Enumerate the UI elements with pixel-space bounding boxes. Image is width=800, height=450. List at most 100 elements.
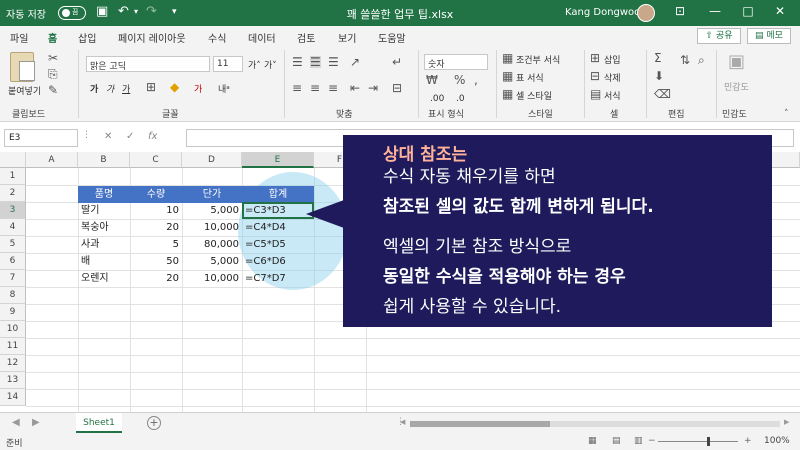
tab-insert[interactable]: 삽입 [78, 30, 96, 45]
table-header-cell[interactable]: 합계 [242, 186, 314, 203]
row-header[interactable]: 9 [0, 304, 26, 321]
collapse-ribbon-icon[interactable]: ˄ [784, 108, 789, 120]
phonetic-icon[interactable]: 내ᵃ [218, 82, 230, 95]
align-bottom-icon[interactable]: ☰ [328, 56, 339, 68]
column-header[interactable]: A [26, 152, 78, 168]
next-sheet-icon[interactable]: ▶ [32, 417, 40, 428]
normal-view-icon[interactable]: ▦ [588, 436, 597, 446]
table-cell[interactable]: 5,000 [182, 253, 242, 270]
avatar[interactable] [637, 4, 655, 22]
table-cell[interactable]: 배 [78, 253, 130, 270]
align-center-icon[interactable]: ≡ [310, 82, 320, 94]
shrink-font-icon[interactable]: 가˅ [264, 58, 277, 71]
decrease-indent-icon[interactable]: ⇤ [350, 82, 360, 94]
table-cell[interactable]: 50 [130, 253, 182, 270]
zoom-out-icon[interactable]: − [648, 436, 656, 446]
wrap-text-icon[interactable]: ↵ [392, 56, 402, 68]
zoom-in-icon[interactable]: + [744, 436, 752, 446]
name-box[interactable]: E3 [4, 129, 78, 147]
border-icon[interactable]: ⊞ [146, 81, 156, 93]
paste-icon[interactable] [10, 52, 35, 82]
horizontal-scrollbar[interactable] [410, 421, 780, 427]
conditional-format-label[interactable]: 조건부 서식 [516, 53, 560, 66]
table-cell[interactable]: 10 [130, 202, 182, 219]
orientation-icon[interactable]: ↗ [350, 56, 360, 68]
table-cell[interactable]: 20 [130, 219, 182, 236]
table-cell[interactable]: =C4*D4 [242, 219, 314, 236]
column-header[interactable]: C [130, 152, 182, 168]
row-header[interactable]: 13 [0, 372, 26, 389]
align-top-icon[interactable]: ☰ [292, 56, 303, 68]
column-header[interactable]: D [182, 152, 242, 168]
tab-page-layout[interactable]: 페이지 레이아웃 [118, 30, 186, 45]
zoom-slider-knob[interactable] [707, 437, 710, 446]
save-icon[interactable]: ▣ [96, 4, 108, 20]
autosum-icon[interactable]: Σ [654, 52, 662, 64]
prev-sheet-icon[interactable]: ◀ [12, 417, 20, 428]
sheet-tab[interactable]: Sheet1 [76, 413, 122, 433]
table-cell[interactable]: 오렌지 [78, 270, 130, 287]
ribbon-display-icon[interactable]: ⊡ [670, 4, 690, 18]
fill-icon[interactable]: ⬇ [654, 70, 664, 82]
table-cell[interactable]: 딸기 [78, 202, 130, 219]
row-header[interactable]: 6 [0, 253, 26, 270]
grow-font-icon[interactable]: 가˄ [248, 58, 261, 71]
quick-access-more-icon[interactable]: ▾ [172, 4, 177, 20]
select-all-corner[interactable] [0, 152, 26, 168]
insert-cells-icon[interactable]: ⊞ [590, 52, 600, 64]
format-painter-icon[interactable]: ✎ [48, 84, 58, 96]
table-header-cell[interactable]: 수량 [130, 186, 182, 203]
font-size-combo[interactable]: 11 [213, 56, 243, 72]
table-format-label[interactable]: 표 서식 [516, 71, 544, 84]
row-header[interactable]: 5 [0, 236, 26, 253]
table-cell[interactable]: 10,000 [182, 219, 242, 236]
table-header-cell[interactable]: 단가 [182, 186, 242, 203]
sensitivity-icon[interactable]: ▣ [728, 53, 745, 71]
underline-icon[interactable]: 가 [122, 82, 130, 95]
page-layout-view-icon[interactable]: ▤ [612, 436, 621, 446]
row-header[interactable]: 8 [0, 287, 26, 304]
table-cell[interactable]: 20 [130, 270, 182, 287]
cell-style-label[interactable]: 셀 스타일 [516, 89, 552, 102]
table-cell[interactable]: =C7*D7 [242, 270, 314, 287]
currency-icon[interactable]: ₩ [426, 74, 438, 86]
tab-file[interactable]: 파일 [10, 30, 28, 45]
insert-function-icon[interactable]: fx [148, 131, 157, 142]
enter-icon[interactable]: ✓ [126, 131, 134, 142]
decrease-decimal-icon[interactable]: .0 [456, 94, 465, 104]
row-header[interactable]: 7 [0, 270, 26, 287]
table-cell[interactable]: 80,000 [182, 236, 242, 253]
table-cell[interactable]: =C5*D5 [242, 236, 314, 253]
row-header[interactable]: 12 [0, 355, 26, 372]
align-left-icon[interactable]: ≡ [292, 82, 302, 94]
row-header[interactable]: 10 [0, 321, 26, 338]
find-select-icon[interactable]: ⌕ [698, 54, 705, 66]
italic-icon[interactable]: 가 [106, 82, 114, 95]
delete-cells-icon[interactable]: ⊟ [590, 70, 600, 82]
tab-help[interactable]: 도움말 [378, 30, 406, 45]
table-cell[interactable]: 복숭아 [78, 219, 130, 236]
table-cell[interactable]: 5 [130, 236, 182, 253]
column-header[interactable]: B [78, 152, 130, 168]
fill-color-icon[interactable]: ◆ [170, 81, 179, 93]
table-cell[interactable]: 5,000 [182, 202, 242, 219]
share-button[interactable]: ⇧ 공유 [697, 28, 741, 44]
zoom-level[interactable]: 100% [764, 436, 790, 446]
user-name[interactable]: Kang Dongwoo [565, 7, 640, 18]
comma-icon[interactable]: , [474, 74, 478, 86]
row-header[interactable]: 4 [0, 219, 26, 236]
table-header-cell[interactable]: 품명 [78, 186, 130, 203]
delete-cells-label[interactable]: 삭제 [604, 71, 621, 84]
increase-indent-icon[interactable]: ⇥ [368, 82, 378, 94]
tab-view[interactable]: 보기 [338, 30, 356, 45]
font-color-icon[interactable]: 가 [194, 82, 202, 95]
sensitivity-label[interactable]: 민감도 [724, 80, 749, 93]
table-cell[interactable]: 10,000 [182, 270, 242, 287]
table-cell[interactable]: =C6*D6 [242, 253, 314, 270]
bold-icon[interactable]: 가 [90, 82, 98, 95]
conditional-format-icon[interactable]: ▦ [502, 52, 513, 64]
row-header[interactable]: 2 [0, 185, 26, 202]
format-cells-icon[interactable]: ▤ [590, 88, 601, 100]
tab-formulas[interactable]: 수식 [208, 30, 226, 45]
merge-icon[interactable]: ⊟ [392, 82, 402, 94]
